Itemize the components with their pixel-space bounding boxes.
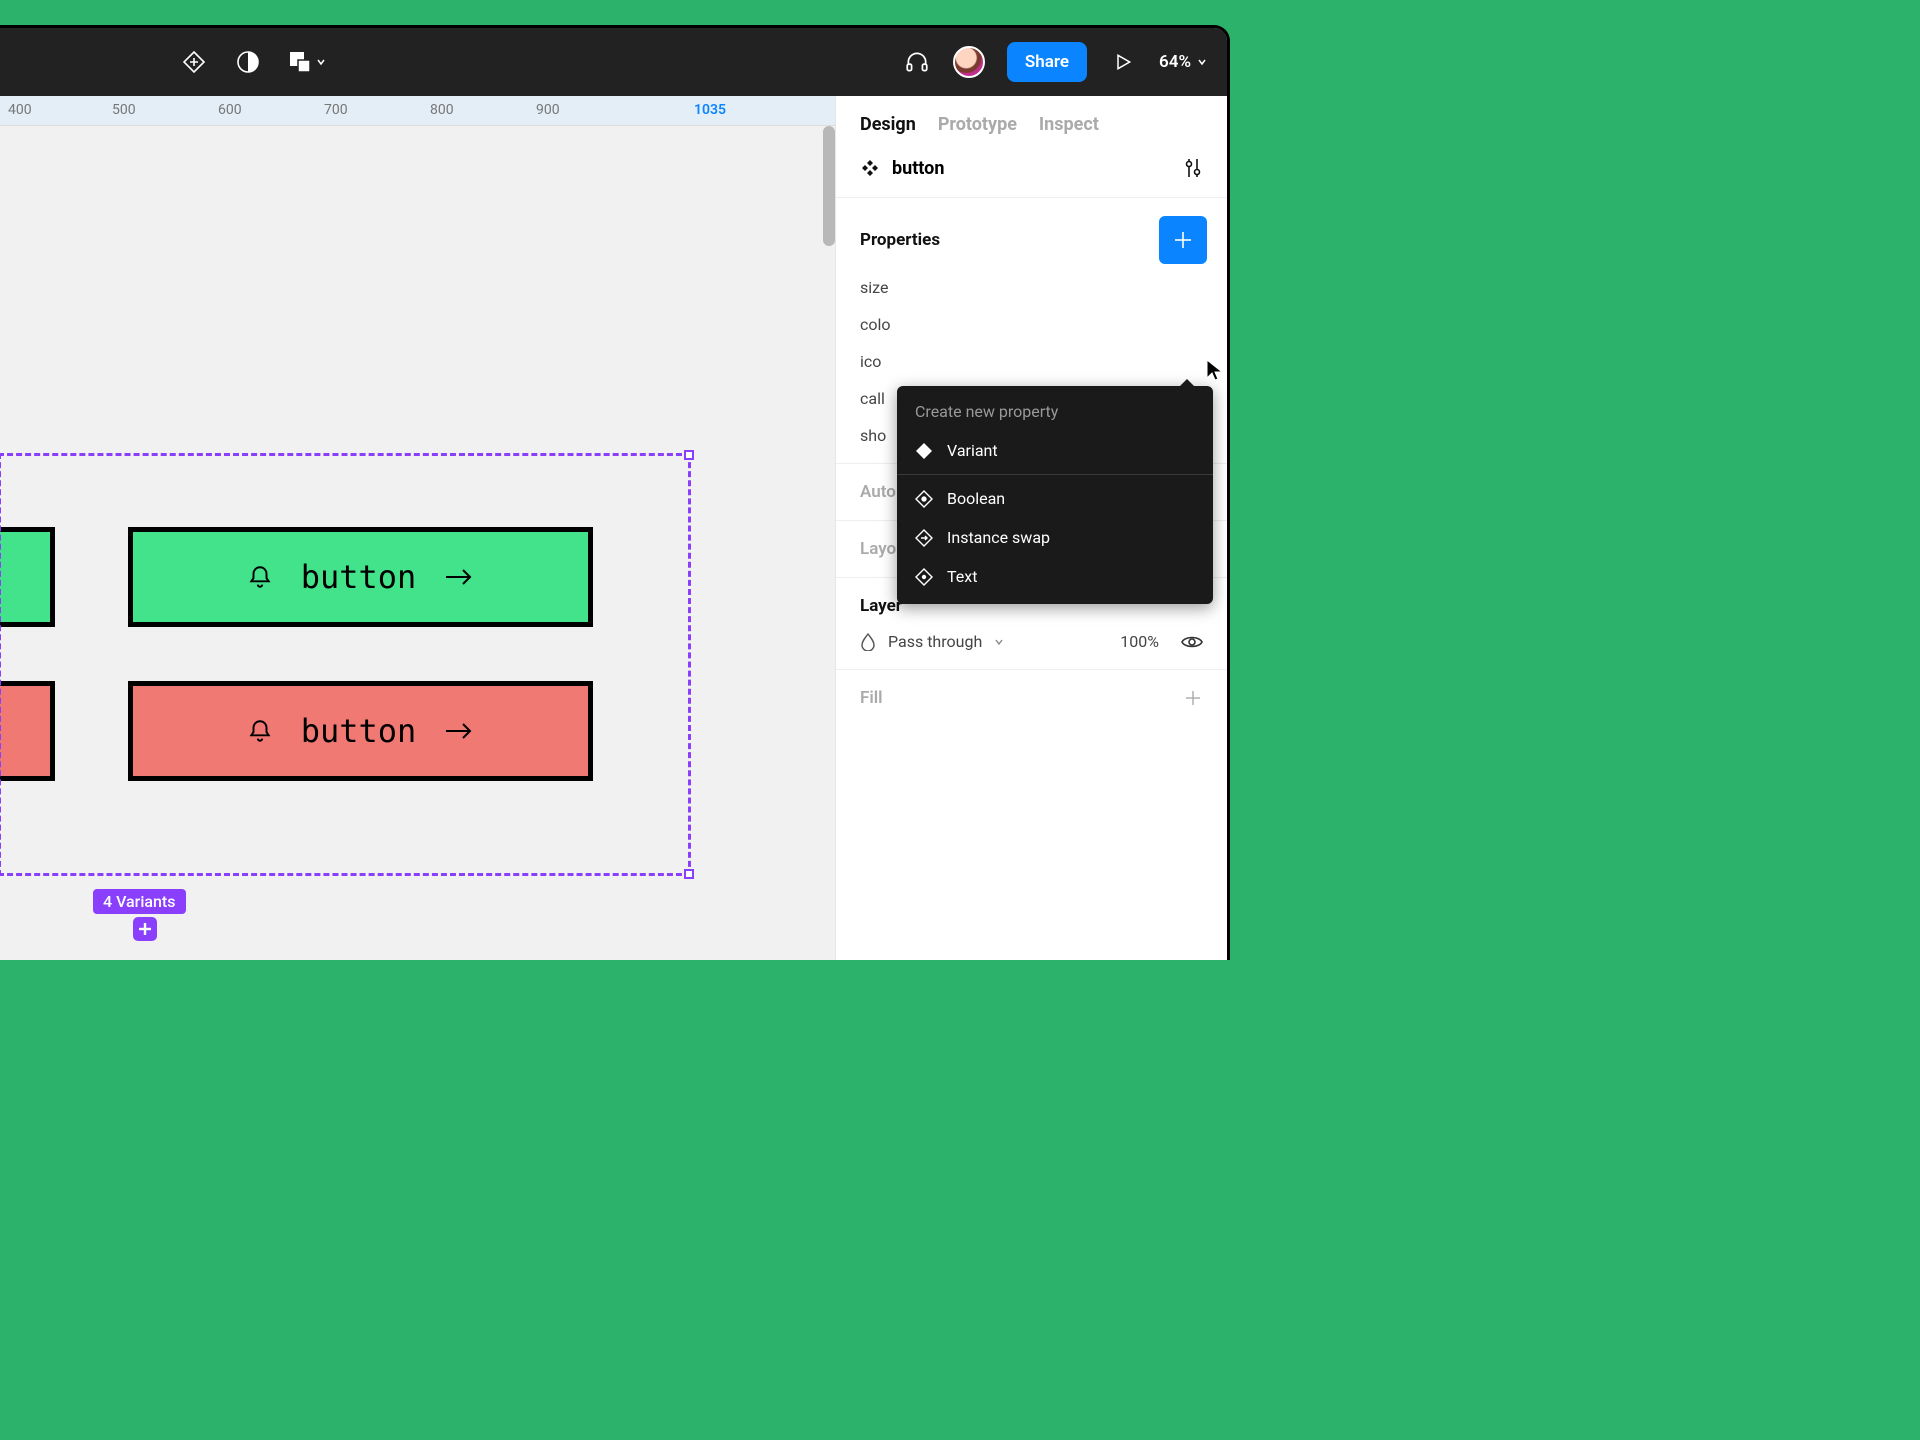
fill-title: Fill xyxy=(860,688,883,708)
dropdown-item-label: Variant xyxy=(947,441,998,460)
property-row[interactable]: colo xyxy=(860,315,1203,334)
layer-title: Layer xyxy=(860,596,902,616)
dropdown-title: Create new property xyxy=(897,402,1213,431)
share-button[interactable]: Share xyxy=(1007,42,1087,82)
dropdown-item-boolean[interactable]: Boolean xyxy=(897,479,1213,518)
create-property-dropdown: Create new property Variant Boolean Inst… xyxy=(897,386,1213,604)
tab-prototype[interactable]: Prototype xyxy=(938,114,1017,135)
property-row[interactable]: ico xyxy=(860,352,1203,371)
tab-inspect[interactable]: Inspect xyxy=(1039,114,1099,135)
eye-icon[interactable] xyxy=(1181,634,1203,650)
boolean-tool-icon[interactable] xyxy=(288,48,326,76)
selected-component-name: button xyxy=(892,158,944,179)
dropdown-item-label: Text xyxy=(947,567,977,586)
diamond-icon xyxy=(915,442,933,460)
canvas[interactable]: 400 500 600 700 800 900 1035 button butt… xyxy=(0,96,835,960)
properties-section: Properties size colo ico call sho Create… xyxy=(836,198,1227,464)
toolbar: Share 64% xyxy=(0,28,1227,96)
avatar[interactable] xyxy=(953,46,985,78)
dropdown-item-variant[interactable]: Variant xyxy=(897,431,1213,470)
horizontal-ruler[interactable]: 400 500 600 700 800 900 1035 xyxy=(0,96,835,126)
ruler-active-position: 1035 xyxy=(694,102,726,118)
droplet-icon xyxy=(860,633,876,651)
dropdown-separator xyxy=(897,474,1213,475)
boolean-property-icon xyxy=(915,490,933,508)
add-property-button[interactable] xyxy=(1159,216,1207,264)
properties-title: Properties xyxy=(860,230,940,250)
present-icon[interactable] xyxy=(1109,48,1137,76)
toolbar-left xyxy=(180,48,326,76)
ruler-tick: 700 xyxy=(324,102,348,118)
chevron-down-icon xyxy=(1197,57,1207,67)
chevron-down-icon xyxy=(316,57,326,67)
app-window: Share 64% 400 500 600 700 800 900 1035 xyxy=(0,25,1230,960)
opacity-value[interactable]: 100% xyxy=(1120,632,1159,651)
headphones-icon[interactable] xyxy=(903,48,931,76)
chevron-down-icon[interactable] xyxy=(994,637,1004,647)
component-header: button xyxy=(836,149,1227,198)
blend-mode-select[interactable]: Pass through xyxy=(888,632,982,651)
ruler-tick: 900 xyxy=(536,102,560,118)
resize-handle[interactable] xyxy=(684,869,694,879)
ruler-tick: 400 xyxy=(8,102,32,118)
instance-swap-icon xyxy=(915,529,933,547)
cursor-pointer-icon xyxy=(1205,358,1225,382)
resize-handle[interactable] xyxy=(684,450,694,460)
component-tool-icon[interactable] xyxy=(180,48,208,76)
property-row[interactable]: size xyxy=(860,278,1203,297)
plus-icon[interactable] xyxy=(1183,688,1203,708)
zoom-control[interactable]: 64% xyxy=(1159,52,1207,72)
plus-icon xyxy=(1172,229,1194,251)
component-settings-icon[interactable] xyxy=(1183,157,1203,179)
add-variant-button[interactable] xyxy=(133,917,157,941)
inspector-panel: Design Prototype Inspect button Properti… xyxy=(835,96,1227,960)
text-property-icon xyxy=(915,568,933,586)
zoom-value: 64% xyxy=(1159,52,1191,72)
tab-design[interactable]: Design xyxy=(860,114,916,135)
dropdown-item-text[interactable]: Text xyxy=(897,557,1213,596)
dropdown-item-label: Boolean xyxy=(947,489,1005,508)
toolbar-right: Share 64% xyxy=(903,42,1207,82)
selection-frame[interactable] xyxy=(0,453,691,876)
ruler-tick: 800 xyxy=(430,102,454,118)
variants-count-badge[interactable]: 4 Variants xyxy=(93,889,186,914)
plus-icon xyxy=(138,922,152,936)
panel-tabs: Design Prototype Inspect xyxy=(836,96,1227,149)
component-set-icon xyxy=(860,158,880,178)
mask-tool-icon[interactable] xyxy=(234,48,262,76)
ruler-tick: 500 xyxy=(112,102,136,118)
dropdown-item-label: Instance swap xyxy=(947,528,1050,547)
fill-section[interactable]: Fill xyxy=(836,670,1227,726)
main-area: 400 500 600 700 800 900 1035 button butt… xyxy=(0,96,1227,960)
vertical-scrollbar[interactable] xyxy=(823,126,835,246)
ruler-tick: 600 xyxy=(218,102,242,118)
dropdown-item-instance-swap[interactable]: Instance swap xyxy=(897,518,1213,557)
